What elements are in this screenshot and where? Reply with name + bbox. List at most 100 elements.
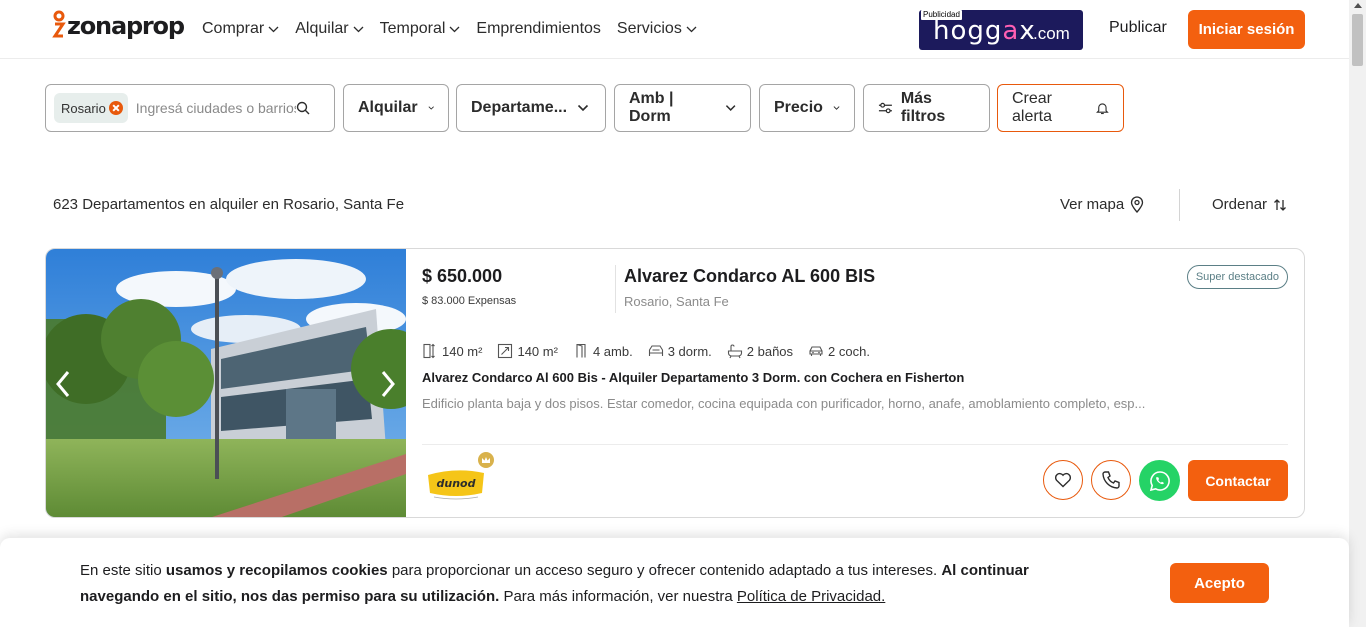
hoggax-ad-banner[interactable]: Publicidad hoggax .com (919, 10, 1083, 50)
location-chip[interactable]: Rosario (54, 93, 128, 123)
search-input[interactable] (135, 100, 296, 116)
feature-covered-area: 140 m² (497, 343, 558, 359)
bed-icon (648, 345, 663, 356)
operation-filter-label: Alquilar (358, 99, 418, 116)
cookie-bold-1: usamos y recopilamos cookies (165, 562, 388, 579)
chevron-down-icon (428, 106, 434, 110)
feature-label: 3 dorm. (667, 343, 712, 359)
main-nav: Comprar Alquilar Temporal Emprendimiento… (202, 0, 697, 58)
feature-label: 2 baños (746, 343, 794, 359)
previous-photo-icon[interactable] (54, 369, 74, 399)
results-count: 623 Departamentos en alquiler en Rosario… (53, 196, 405, 213)
operation-filter[interactable]: Alquilar (343, 84, 449, 132)
heart-icon (1054, 472, 1072, 488)
listing-description: Edificio planta baja y dos pisos. Estar … (422, 396, 1146, 411)
search-icon[interactable] (296, 101, 310, 115)
listing-title[interactable]: Alvarez Condarco Al 600 Bis - Alquiler D… (422, 370, 964, 385)
nav-emprendimientos[interactable]: Emprendimientos (476, 20, 601, 38)
feature-total-area: 140 m² (422, 343, 482, 359)
contact-button[interactable]: Contactar (1188, 460, 1288, 501)
location-search: Rosario (45, 84, 335, 132)
map-view-label: Ver mapa (1060, 196, 1125, 213)
ad-brand: hoggax (933, 15, 1036, 47)
ad-brand-part1: hogg (933, 16, 1003, 46)
feature-garage: 2 coch. (808, 343, 870, 359)
create-alert-label: Crear alerta (1012, 90, 1053, 125)
publisher-logo-badge: dunod (428, 470, 484, 500)
whatsapp-icon (1149, 470, 1170, 491)
nav-comprar[interactable]: Comprar (202, 20, 279, 38)
call-button[interactable] (1091, 460, 1131, 500)
next-photo-icon[interactable] (377, 369, 397, 399)
listing-address[interactable]: Alvarez Condarco AL 600 BIS (624, 266, 875, 287)
car-icon (809, 346, 823, 356)
scroll-up-arrow-icon[interactable] (1354, 3, 1362, 8)
price-filter-label: Precio (774, 99, 823, 116)
feature-rooms: 4 amb. (573, 343, 633, 359)
listing-card[interactable]: $ 650.000 $ 83.000 Expensas Alvarez Cond… (45, 248, 1305, 518)
publisher-logo-text: dunod (437, 477, 476, 490)
chevron-down-icon (725, 105, 736, 111)
publisher-logo[interactable]: dunod (426, 461, 486, 507)
remove-chip-icon[interactable] (108, 101, 123, 115)
nav-alquilar-label: Alquilar (295, 20, 349, 37)
logo-text: zonaprop (67, 12, 185, 40)
sort-label: Ordenar (1212, 196, 1268, 213)
sort-button[interactable]: Ordenar (1212, 196, 1287, 213)
chevron-down-icon (449, 26, 460, 32)
nav-comprar-label: Comprar (202, 20, 265, 37)
nav-servicios[interactable]: Servicios (617, 20, 697, 38)
rooms-filter-label: Amb | Dorm (629, 90, 674, 125)
chevron-down-icon (833, 106, 840, 110)
more-filters-label: Más filtros (900, 90, 946, 125)
scrollbar[interactable] (1349, 0, 1366, 627)
listing-expenses: $ 83.000 Expensas (422, 295, 517, 307)
create-alert-button[interactable]: Crear alerta (997, 84, 1124, 132)
chevron-down-icon (353, 26, 364, 32)
scrollbar-thumb[interactable] (1352, 14, 1363, 66)
divider (1179, 189, 1180, 221)
listing-price: $ 650.000 (422, 266, 503, 286)
zonaprop-logo[interactable]: zonaprop (52, 8, 185, 40)
property-type-label: Departame... (471, 99, 568, 116)
cookie-text-3: Para más información, ver nuestra (499, 588, 737, 605)
covered-area-icon (498, 343, 513, 359)
nav-temporal[interactable]: Temporal (380, 20, 461, 38)
featured-badge: Super destacado (1186, 265, 1288, 289)
publish-link[interactable]: Publicar (1109, 19, 1167, 37)
property-type-filter[interactable]: Departame... (456, 84, 606, 132)
site-header: zonaprop Comprar Alquilar Temporal Empre… (0, 0, 1349, 59)
phone-icon (1102, 471, 1120, 489)
sliders-icon (878, 102, 892, 114)
login-button[interactable]: Iniciar sesión (1188, 10, 1305, 49)
cookie-text-2: para proporcionar un acceso seguro y ofr… (387, 562, 942, 579)
divider (422, 444, 1288, 445)
cookie-text-1: En este sitio (80, 562, 166, 579)
nav-servicios-label: Servicios (616, 20, 682, 37)
logo-mark-icon (52, 10, 66, 38)
map-view-button[interactable]: Ver mapa (1060, 196, 1144, 213)
privacy-policy-link[interactable]: Política de Privacidad. (737, 588, 885, 605)
feature-label: 140 m² (517, 343, 558, 359)
ad-brand-accent: a (1002, 16, 1020, 46)
chevron-down-icon (577, 104, 589, 112)
feature-bedrooms: 3 dorm. (648, 343, 712, 359)
nav-temporal-label: Temporal (379, 20, 446, 37)
feature-label: 4 amb. (592, 343, 633, 359)
divider (615, 265, 616, 313)
chevron-down-icon (686, 26, 697, 32)
premium-crown-icon (478, 452, 494, 468)
chevron-down-icon (268, 26, 279, 32)
whatsapp-button[interactable] (1139, 460, 1180, 501)
bath-icon (727, 344, 742, 359)
price-filter[interactable]: Precio (759, 84, 855, 132)
more-filters-button[interactable]: Más filtros (863, 84, 990, 132)
favorite-button[interactable] (1043, 460, 1083, 500)
accept-cookies-button[interactable]: Acepto (1170, 563, 1269, 603)
bell-icon (1096, 102, 1109, 114)
listing-photo[interactable] (46, 249, 406, 517)
map-pin-icon (1131, 196, 1144, 213)
nav-alquilar[interactable]: Alquilar (295, 20, 364, 38)
rooms-filter[interactable]: Amb | Dorm (614, 84, 751, 132)
listing-photo-image (46, 249, 406, 517)
